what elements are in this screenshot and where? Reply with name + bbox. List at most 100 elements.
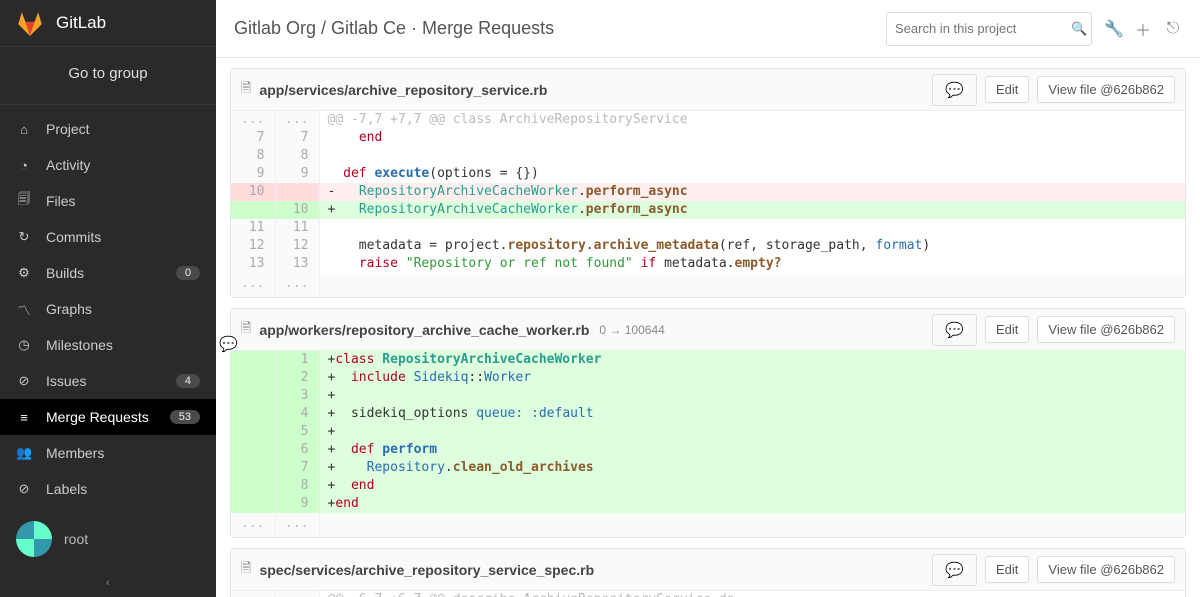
search-icon[interactable]: 🔍 <box>1071 21 1087 37</box>
signout-icon[interactable]: ⎋ <box>1164 20 1182 38</box>
file-name[interactable]: app/workers/repository_archive_cache_wor… <box>259 322 589 338</box>
search-wrap[interactable]: 🔍 <box>886 12 1092 46</box>
code-line[interactable]: raise "Repository or ref not found" if m… <box>319 255 1185 273</box>
code-line[interactable]: +end <box>319 495 1185 513</box>
diff-table: 1+class RepositoryArchiveCacheWorker2+ i… <box>231 351 1185 537</box>
comment-bubble-icon[interactable]: 💬 <box>219 335 237 353</box>
view-file-button[interactable]: View file @626b862 <box>1037 316 1175 343</box>
main: Gitlab Org / Gitlab Ce · Merge Requests … <box>216 0 1200 597</box>
code-line[interactable]: + Repository.clean_old_archives <box>319 459 1185 477</box>
file-block: 🗎 app/services/archive_repository_service… <box>230 68 1186 298</box>
line-num-new: 7 <box>275 459 319 477</box>
go-to-group-link[interactable]: Go to group <box>0 46 216 104</box>
sidebar-item-label: Members <box>46 445 200 461</box>
sidebar: GitLab Go to group ⌂Project◔Activity🗐Fil… <box>0 0 216 597</box>
line-num-old <box>231 351 275 369</box>
file-block: 🗎app/workers/repository_archive_cache_wo… <box>230 308 1186 538</box>
line-num-new: ... <box>275 513 319 537</box>
sidebar-badge: 0 <box>176 266 200 280</box>
sidebar-collapse[interactable]: ‹ <box>0 571 216 597</box>
line-num-new: 7 <box>275 129 319 147</box>
line-num-new: 8 <box>275 147 319 165</box>
edit-button[interactable]: Edit <box>985 316 1029 343</box>
topbar: Gitlab Org / Gitlab Ce · Merge Requests … <box>216 0 1200 58</box>
code-line[interactable]: + end <box>319 477 1185 495</box>
code-line[interactable]: + sidekiq_options queue: :default <box>319 405 1185 423</box>
comment-icon[interactable]: 💬 <box>932 314 977 346</box>
line-num-old <box>231 369 275 387</box>
code-line[interactable]: metadata = project.repository.archive_me… <box>319 237 1185 255</box>
line-num-old: 11 <box>231 219 275 237</box>
code-line: @@ -7,7 +7,7 @@ class ArchiveRepositoryS… <box>319 111 1185 129</box>
sidebar-item-label: Commits <box>46 229 200 245</box>
sidebar-user[interactable]: root <box>0 507 216 571</box>
code-line[interactable]: +class RepositoryArchiveCacheWorker <box>319 351 1185 369</box>
line-num-new: 12 <box>275 237 319 255</box>
sidebar-item-activity[interactable]: ◔Activity <box>0 147 216 183</box>
line-num-new: ... <box>275 591 319 597</box>
view-file-button[interactable]: View file @626b862 <box>1037 76 1175 103</box>
plus-icon[interactable]: ＋ <box>1134 17 1152 41</box>
line-num-new: 1 <box>275 351 319 369</box>
edit-button[interactable]: Edit <box>985 556 1029 583</box>
file-stat: 0 → 100644 <box>599 323 664 337</box>
search-input[interactable] <box>895 21 1071 36</box>
sidebar-item-label: Builds <box>46 265 162 281</box>
sidebar-item-graphs[interactable]: 〽Graphs <box>0 291 216 327</box>
code-line[interactable]: + def perform <box>319 441 1185 459</box>
line-num-old <box>231 387 275 405</box>
comment-icon[interactable]: 💬 <box>932 74 977 106</box>
sidebar-item-files[interactable]: 🗐Files <box>0 183 216 219</box>
line-num-new: 9 <box>275 495 319 513</box>
brand-label: GitLab <box>56 13 106 33</box>
line-num-old <box>231 441 275 459</box>
code-line[interactable] <box>319 219 1185 237</box>
breadcrumb[interactable]: Gitlab Org / Gitlab Ce · Merge Requests <box>234 18 874 39</box>
sidebar-item-members[interactable]: 👥 Members <box>0 435 216 471</box>
graphs-icon: 〽 <box>16 300 32 319</box>
sidebar-item-merge-requests[interactable]: ≡Merge Requests53 <box>0 399 216 435</box>
line-num-new: 5 <box>275 423 319 441</box>
sidebar-item-milestones[interactable]: ◷ Milestones <box>0 327 216 363</box>
code-line[interactable]: end <box>319 129 1185 147</box>
milestones-icon: ◷ <box>16 337 32 353</box>
members-icon: 👥 <box>16 445 32 461</box>
file-name[interactable]: spec/services/archive_repository_service… <box>259 562 594 578</box>
project-icon: ⌂ <box>16 122 32 137</box>
code-line[interactable]: + RepositoryArchiveCacheWorker.perform_a… <box>319 201 1185 219</box>
sidebar-item-commits[interactable]: ↻Commits <box>0 219 216 255</box>
sidebar-item-labels[interactable]: ⊘Labels <box>0 471 216 507</box>
line-num-old <box>231 477 275 495</box>
file-icon: 🗎 <box>241 559 251 581</box>
files-icon: 🗐 <box>16 190 32 212</box>
line-num-new: 6 <box>275 441 319 459</box>
edit-button[interactable]: Edit <box>985 76 1029 103</box>
line-num-new: 3 <box>275 387 319 405</box>
file-icon: 🗎 <box>241 79 251 101</box>
line-num-old <box>231 405 275 423</box>
view-file-button[interactable]: View file @626b862 <box>1037 556 1175 583</box>
wrench-icon[interactable]: 🔧 <box>1104 19 1122 39</box>
line-num-new: ... <box>275 111 319 129</box>
sidebar-item-label: Activity <box>46 157 200 173</box>
comment-icon[interactable]: 💬 <box>932 554 977 586</box>
line-num-old: ... <box>231 273 275 297</box>
code-line[interactable]: + <box>319 423 1185 441</box>
line-num-old: 13 <box>231 255 275 273</box>
line-num-old <box>231 201 275 219</box>
sidebar-item-project[interactable]: ⌂Project <box>0 111 216 147</box>
brand-row[interactable]: GitLab <box>0 0 216 46</box>
sidebar-item-issues[interactable]: ⊘Issues4 <box>0 363 216 399</box>
code-line[interactable]: + include Sidekiq::Worker <box>319 369 1185 387</box>
file-name[interactable]: app/services/archive_repository_service.… <box>259 82 547 98</box>
file-header: 🗎app/workers/repository_archive_cache_wo… <box>231 309 1185 351</box>
code-line[interactable]: def execute(options = {}) <box>319 165 1185 183</box>
diff-content: 🗎 app/services/archive_repository_service… <box>216 58 1200 597</box>
sidebar-item-builds[interactable]: ⚙Builds0 <box>0 255 216 291</box>
username-label: root <box>64 531 88 547</box>
code-line[interactable]: + <box>319 387 1185 405</box>
code-line <box>319 513 1185 537</box>
code-line[interactable]: - RepositoryArchiveCacheWorker.perform_a… <box>319 183 1185 201</box>
sidebar-item-label: Milestones <box>46 337 200 353</box>
code-line[interactable] <box>319 147 1185 165</box>
